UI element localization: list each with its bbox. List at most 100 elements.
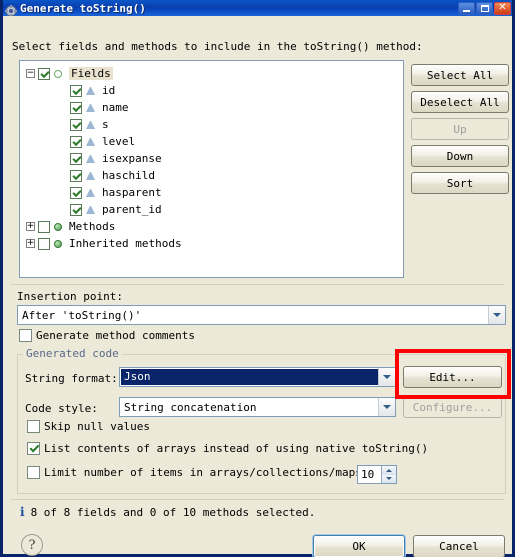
limit-items-stepper[interactable]: 10 (357, 465, 397, 484)
tree-item-checkbox[interactable] (70, 203, 82, 216)
stepper-up-icon[interactable] (381, 466, 396, 475)
down-button[interactable]: Down (411, 145, 509, 167)
checkbox-box (27, 420, 40, 433)
field-triangle-icon (86, 137, 95, 146)
status-text: 8 of 8 fields and 0 of 10 methods select… (30, 505, 316, 519)
tree-item-label: s (102, 118, 109, 131)
tree-item-label: hasparent (102, 186, 162, 199)
checkbox-box (27, 466, 40, 479)
deselect-all-button[interactable]: Deselect All (411, 91, 509, 113)
tree-item-label: Methods (69, 220, 116, 233)
skip-null-values-checkbox[interactable]: Skip null values (27, 420, 150, 433)
collapse-icon[interactable]: − (26, 69, 35, 78)
divider (11, 499, 504, 500)
chevron-down-icon[interactable] (488, 306, 505, 324)
sort-label: Sort (446, 176, 474, 190)
edit-button[interactable]: Edit... (403, 366, 502, 388)
tree-item[interactable]: + Methods (26, 218, 403, 235)
cancel-button-label: Cancel (439, 540, 479, 553)
field-triangle-icon (86, 120, 95, 129)
stepper-buttons[interactable] (381, 466, 396, 483)
insertion-point-select[interactable]: After 'toString()' (17, 305, 506, 325)
tree-item-checkbox[interactable] (70, 135, 82, 148)
page-title: Select fields and methods to include in … (12, 40, 423, 53)
select-all-label: Select All (426, 68, 494, 82)
configure-button-label: Configure... (412, 400, 493, 414)
tree-item-checkbox[interactable] (38, 220, 50, 233)
members-tree[interactable]: − Fields id name s level isexpanse haschild hasp… (19, 60, 404, 278)
expand-icon[interactable]: + (26, 222, 35, 231)
field-triangle-icon (86, 103, 95, 112)
generate-tostring-dialog: Generate toString() ✕ Select fields and … (0, 0, 515, 557)
checkbox-box (19, 329, 32, 342)
tree-item-label: name (102, 101, 129, 114)
tree-item-label: haschild (102, 169, 155, 182)
generate-method-comments-checkbox[interactable]: Generate method comments (19, 329, 195, 342)
title-bar[interactable]: Generate toString() ✕ (3, 0, 512, 17)
window-controls: ✕ (458, 1, 511, 15)
up-button: Up (411, 118, 509, 140)
list-array-contents-checkbox[interactable]: List contents of arrays instead of using… (27, 442, 428, 455)
ok-button[interactable]: OK (313, 535, 405, 557)
close-button[interactable]: ✕ (494, 1, 511, 15)
up-label: Up (453, 122, 467, 136)
expand-icon[interactable]: + (26, 239, 35, 248)
tree-item[interactable]: level (26, 133, 403, 150)
tree-item[interactable]: − Fields (26, 65, 403, 82)
field-triangle-icon (86, 86, 95, 95)
tree-item[interactable]: haschild (26, 167, 403, 184)
list-array-contents-label: List contents of arrays instead of using… (44, 442, 429, 455)
tree-item-checkbox[interactable] (70, 186, 82, 199)
tree-item-checkbox[interactable] (38, 67, 50, 80)
cancel-button[interactable]: Cancel (413, 535, 505, 557)
tree-item-label: parent_id (102, 203, 162, 216)
limit-items-value: 10 (361, 468, 375, 481)
code-style-select[interactable]: String concatenation (119, 397, 396, 417)
sort-button[interactable]: Sort (411, 172, 509, 194)
select-all-button[interactable]: Select All (411, 64, 509, 86)
edit-button-label: Edit... (429, 370, 476, 384)
tree-item-checkbox[interactable] (70, 84, 82, 97)
skip-null-values-label: Skip null values (44, 420, 150, 433)
tree-item[interactable]: hasparent (26, 184, 403, 201)
field-triangle-icon (86, 171, 95, 180)
minimize-button[interactable] (458, 1, 475, 15)
gear-icon (5, 2, 17, 17)
field-triangle-icon (86, 154, 95, 163)
status-bar: i 8 of 8 fields and 0 of 10 methods sele… (20, 505, 315, 519)
tree-item-label: Fields (69, 67, 113, 80)
tree-item[interactable]: id (26, 82, 403, 99)
generate-method-comments-label: Generate method comments (36, 329, 195, 342)
configure-button: Configure... (403, 396, 502, 418)
tree-item-label: level (102, 135, 136, 148)
chevron-down-icon[interactable] (378, 368, 395, 386)
stepper-down-icon[interactable] (381, 474, 396, 483)
tree-item-checkbox[interactable] (70, 101, 82, 114)
chevron-down-icon[interactable] (378, 398, 395, 416)
dialog-body: Select fields and methods to include in … (3, 16, 512, 557)
limit-items-checkbox[interactable]: Limit number of items in arrays/collecti… (27, 466, 382, 479)
insertion-point-value: After 'toString()' (22, 308, 142, 322)
circle-hollow-icon (54, 69, 62, 78)
code-style-value: String concatenation (124, 400, 257, 414)
window-title: Generate toString() (20, 1, 146, 15)
maximize-button[interactable] (476, 1, 493, 15)
help-button[interactable]: ? (21, 534, 43, 556)
tree-item-checkbox[interactable] (70, 152, 82, 165)
tree-item-checkbox[interactable] (70, 118, 82, 131)
tree-item[interactable]: + Inherited methods (26, 235, 403, 252)
tree-item[interactable]: parent_id (26, 201, 403, 218)
string-format-select[interactable]: Json (119, 367, 396, 387)
checkbox-box (27, 442, 40, 455)
code-style-label: Code style: (25, 402, 98, 415)
tree-item-checkbox[interactable] (70, 169, 82, 182)
tree-item[interactable]: isexpanse (26, 150, 403, 167)
insertion-point-label: Insertion point: (17, 290, 123, 303)
tree-item-checkbox[interactable] (38, 237, 50, 250)
info-icon: i (20, 505, 25, 519)
tree-item-label: isexpanse (102, 152, 162, 165)
field-triangle-icon (86, 188, 95, 197)
tree-item[interactable]: name (26, 99, 403, 116)
ok-button-label: OK (352, 540, 366, 553)
tree-item[interactable]: s (26, 116, 403, 133)
